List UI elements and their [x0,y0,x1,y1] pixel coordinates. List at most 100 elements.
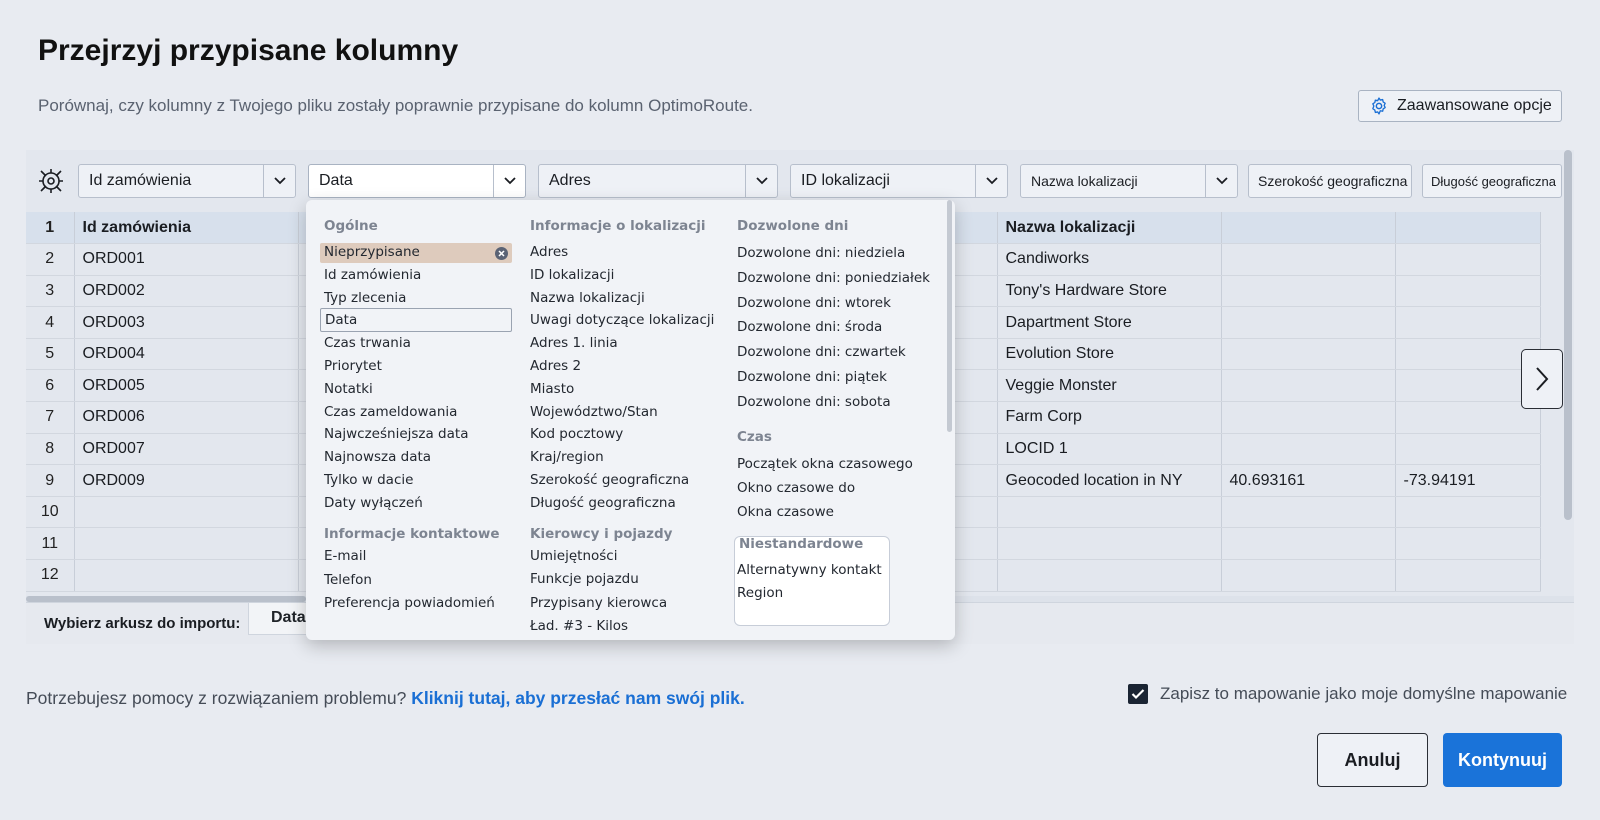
dropdown-option[interactable]: Uwagi dotyczące lokalizacji [530,312,714,328]
dropdown-option[interactable]: Id zamówienia [324,267,421,283]
mapping-select-6[interactable]: Szerokość geograficzna [1248,164,1412,198]
longitude-cell: -73.94191 [1395,464,1541,497]
dropdown-option[interactable]: Typ zlecenia [324,290,406,306]
dropdown-option[interactable]: Okno czasowe do [737,480,855,496]
dropdown-option[interactable]: Najnowsza data [324,449,431,465]
dropdown-option[interactable]: Ład. #3 - Kilos [530,618,628,634]
location-name-cell [997,559,1222,592]
dropdown-option[interactable]: Dozwolone dni: środa [737,319,882,335]
location-name-cell: Nazwa lokalizacji [997,212,1222,245]
longitude-cell [1395,243,1541,276]
longitude-cell [1395,275,1541,308]
dropdown-scrollbar[interactable] [947,200,952,432]
mapping-select-value: Id zamówienia [89,172,192,189]
dropdown-option[interactable]: Województwo/Stan [530,404,658,420]
dropdown-option[interactable]: Data [320,308,512,333]
advanced-options-button[interactable]: Zaawansowane opcje [1358,90,1562,122]
row-number: 7 [26,401,75,434]
dropdown-option[interactable]: Miasto [530,381,574,397]
dropdown-option[interactable]: Nazwa lokalizacji [530,290,645,306]
location-name-cell: Farm Corp [997,401,1222,434]
upload-file-link[interactable]: Kliknij tutaj, aby przesłać nam swój pli… [411,688,745,708]
mapping-select-3[interactable]: Adres [538,164,778,198]
row-number: 8 [26,433,75,466]
mapping-select-5[interactable]: Nazwa lokalizacji [1020,164,1238,198]
dropdown-option[interactable]: Przypisany kierowca [530,595,667,611]
dropdown-option[interactable]: Dozwolone dni: sobota [737,394,891,410]
longitude-cell [1395,433,1541,466]
dropdown-option[interactable]: Dozwolone dni: poniedziałek [737,270,930,286]
clear-icon[interactable] [495,247,508,260]
dropdown-option[interactable]: Dozwolone dni: niedziela [737,245,905,261]
row-number: 1 [26,212,75,245]
longitude-cell [1395,527,1541,561]
dropdown-option[interactable]: Adres 1. linia [530,335,618,351]
mapping-select-value: Szerokość geograficzna [1258,173,1408,189]
order-id-cell: ORD002 [74,275,299,308]
mapping-select-2[interactable]: Data [308,164,526,198]
continue-button[interactable]: Kontynuuj [1443,733,1562,787]
latitude-cell [1221,338,1396,371]
order-id-cell: Id zamówienia [74,212,299,245]
order-id-cell: ORD009 [74,464,299,497]
location-name-cell [997,527,1222,561]
vertical-scrollbar[interactable] [1564,150,1572,520]
dropdown-option[interactable]: Notatki [324,381,373,397]
dropdown-option[interactable]: Region [737,585,783,601]
row-number: 2 [26,243,75,276]
dropdown-option[interactable]: Adres 2 [530,358,581,374]
dropdown-option[interactable]: Dozwolone dni: czwartek [737,344,906,360]
dropdown-option[interactable]: Długość geograficzna [530,495,676,511]
dropdown-section-heading: Informacje o lokalizacji [530,218,706,234]
order-id-cell [74,496,299,529]
cancel-button[interactable]: Anuluj [1317,733,1428,787]
latitude-cell [1221,496,1396,529]
dropdown-option[interactable]: Dozwolone dni: wtorek [737,295,891,311]
dropdown-option[interactable]: Dozwolone dni: piątek [737,369,887,385]
dropdown-option[interactable]: Czas zameldowania [324,404,457,420]
dropdown-section-heading: Ogólne [324,218,378,234]
dropdown-section-heading: Kierowcy i pojazdy [530,526,673,542]
dropdown-option[interactable]: Umiejętności [530,548,617,564]
dropdown-option[interactable]: Początek okna czasowego [737,456,913,472]
mapping-select-1[interactable]: Id zamówienia [78,164,296,198]
dropdown-option[interactable]: Adres [530,244,568,260]
dropdown-option[interactable]: Tylko w dacie [324,472,413,488]
dropdown-option[interactable]: Funkcje pojazdu [530,571,639,587]
mapping-select-4[interactable]: ID lokalizacji [790,164,1008,198]
location-name-cell: Veggie Monster [997,369,1222,403]
mapping-select-7[interactable]: Długość geograficzna [1422,164,1562,198]
dropdown-option[interactable]: Najwcześniejsza data [324,426,468,442]
row-number: 6 [26,369,75,403]
dropdown-option[interactable]: Nieprzypisane [320,243,512,263]
dropdown-option[interactable]: Kod pocztowy [530,426,623,442]
dropdown-option[interactable]: ID lokalizacji [530,267,614,283]
order-id-cell: ORD004 [74,338,299,371]
location-name-cell: Tony's Hardware Store [997,275,1222,308]
dropdown-option[interactable]: Preferencja powiadomień [324,595,495,611]
location-name-cell: Geocoded location in NY [997,464,1222,497]
latitude-cell [1221,433,1396,466]
save-default-checkbox[interactable] [1128,684,1148,704]
chevron-down-icon [745,165,777,197]
row-number: 11 [26,527,75,561]
dropdown-option[interactable]: E-mail [324,548,366,564]
column-settings-icon[interactable] [36,166,66,196]
sheet-label: Wybierz arkusz do importu: [44,615,241,632]
order-id-cell [74,559,299,592]
dropdown-option[interactable]: Telefon [324,572,372,588]
dropdown-option[interactable]: Daty wyłączeń [324,495,423,511]
dropdown-option[interactable]: Czas trwania [324,335,411,351]
dropdown-option[interactable]: Alternatywny kontakt [737,562,882,578]
row-number: 10 [26,496,75,529]
dropdown-option[interactable]: Szerokość geograficzna [530,472,689,488]
chevron-down-icon [263,165,295,197]
longitude-cell [1395,496,1541,529]
longitude-cell [1395,212,1541,245]
longitude-cell [1395,306,1541,339]
scroll-right-button[interactable] [1521,349,1563,409]
dropdown-option[interactable]: Kraj/region [530,449,604,465]
dropdown-option[interactable]: Priorytet [324,358,382,374]
dropdown-option[interactable]: Okna czasowe [737,504,834,520]
help-text: Potrzebujesz pomocy z rozwiązaniem probl… [26,688,745,709]
